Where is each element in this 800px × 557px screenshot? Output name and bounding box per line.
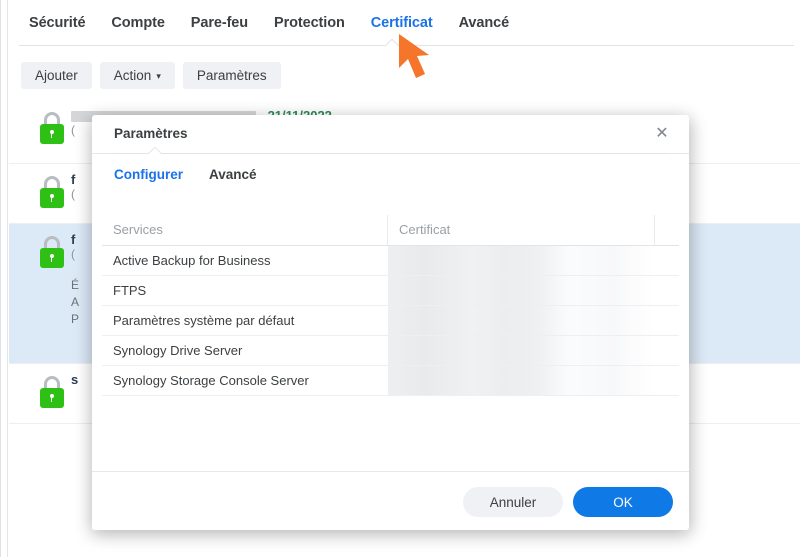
cell-certificate[interactable] [388,366,655,395]
cell-certificate[interactable] [388,306,655,335]
cell-certificate[interactable] [388,336,655,365]
tab-configurer[interactable]: Configurer [114,167,183,182]
chevron-down-icon: ▾ [156,71,161,81]
lock-icon [39,236,65,268]
redacted-certificate-value [388,276,655,305]
add-button[interactable]: Ajouter [21,62,92,89]
cell-spacer [655,276,679,305]
main-tabbar: Sécurité Compte Pare-feu Protection Cert… [9,0,800,46]
cell-spacer [655,246,679,275]
tab-protection[interactable]: Protection [274,15,345,31]
tab-avance[interactable]: Avancé [459,15,510,31]
cancel-button[interactable]: Annuler [463,487,563,517]
dialog-footer: Annuler OK [92,471,689,530]
cell-service: Paramètres système par défaut [113,313,295,328]
dialog-tabbar: Configurer Avancé [92,154,689,194]
active-tab-notch [385,39,399,46]
redacted-certificate-value [388,306,655,335]
lock-icon [39,112,65,144]
table-row[interactable]: Synology Drive Server [102,336,679,366]
tab-pare-feu[interactable]: Pare-feu [191,15,248,31]
redacted-certificate-value [388,366,655,395]
certificate-toolbar: Ajouter Action ▾ Paramètres [21,62,281,89]
lock-icon [39,176,65,208]
cell-service: Synology Storage Console Server [113,373,309,388]
table-row[interactable]: Synology Storage Console Server [102,366,679,396]
cell-certificate[interactable] [388,276,655,305]
cell-service: Active Backup for Business [113,253,271,268]
table-row[interactable]: Paramètres système par défaut [102,306,679,336]
column-header-services[interactable]: Services [102,215,388,245]
tab-avance[interactable]: Avancé [209,167,257,182]
cell-certificate[interactable] [388,246,655,275]
action-menu-button[interactable]: Action ▾ [99,62,175,89]
settings-button[interactable]: Paramètres [182,62,281,89]
dialog-active-tab-notch [148,147,162,154]
services-certificate-table: Services Certificat Active Backup for Bu… [102,215,679,396]
settings-dialog: Paramètres ✕ Configurer Avancé Services … [92,115,689,530]
tab-certificat[interactable]: Certificat [371,15,433,31]
window-left-rail [1,0,8,557]
tab-compte[interactable]: Compte [111,15,164,31]
tabbar-divider [19,45,794,46]
table-header-row: Services Certificat [102,215,679,246]
tab-securite[interactable]: Sécurité [29,15,86,31]
cell-spacer [655,306,679,335]
ok-button[interactable]: OK [573,487,673,517]
action-menu-label: Action [113,68,152,83]
column-header-spacer [655,215,679,245]
column-header-certificat[interactable]: Certificat [388,215,655,245]
table-row[interactable]: FTPS [102,276,679,306]
dialog-tabbar-divider [114,153,667,154]
cell-spacer [655,366,679,395]
redacted-certificate-value [388,336,655,365]
table-row[interactable]: Active Backup for Business [102,246,679,276]
lock-icon [39,376,65,408]
dialog-titlebar: Paramètres ✕ [92,115,689,154]
redacted-certificate-value [388,246,655,275]
close-icon[interactable]: ✕ [651,123,673,145]
cell-spacer [655,336,679,365]
cell-service: FTPS [113,283,147,298]
dialog-title: Paramètres [114,126,188,141]
cell-service: Synology Drive Server [113,343,243,358]
